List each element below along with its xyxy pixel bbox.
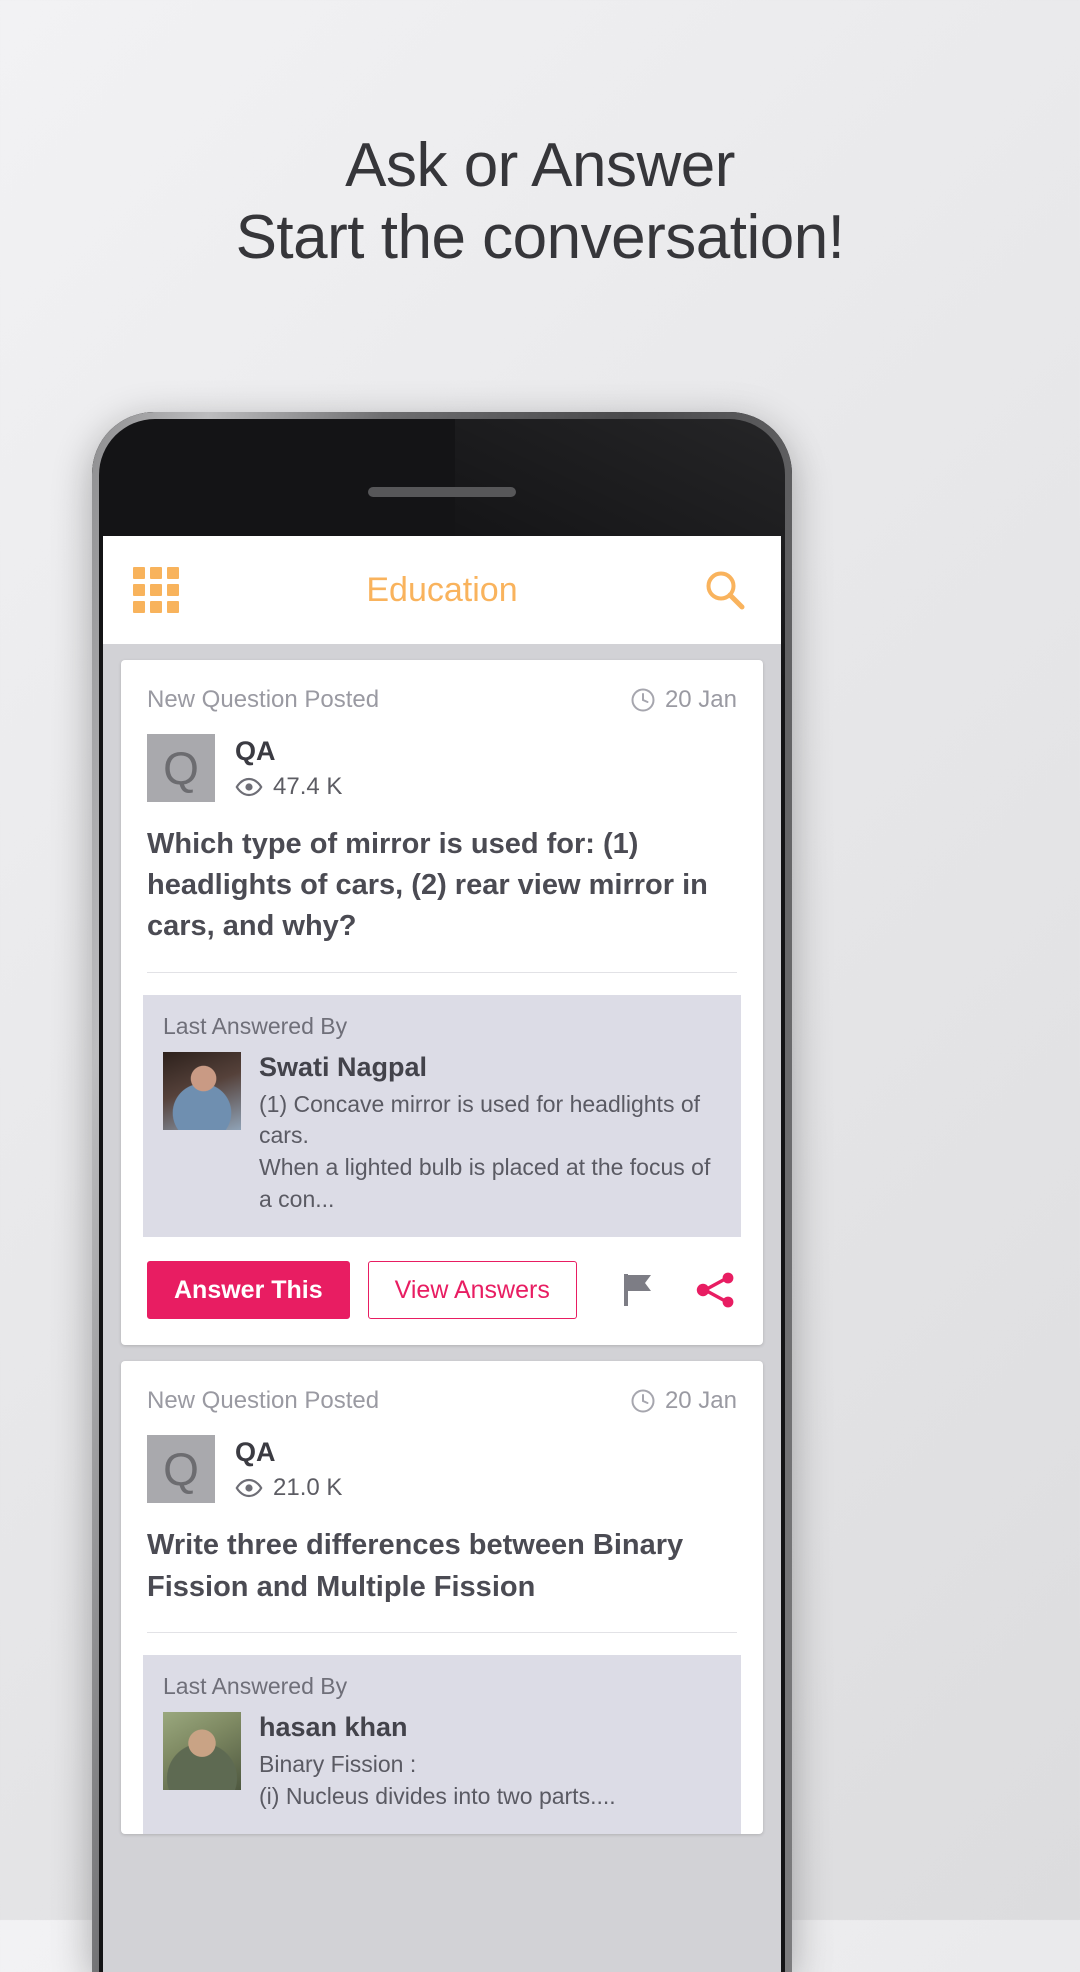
last-answered-by-label: Last Answered By (163, 1012, 348, 1039)
asker-name: QA (235, 735, 276, 766)
app-screen: Education New Question Posted 20 Jan Q Q… (103, 536, 781, 1972)
question-card[interactable]: New Question Posted 20 Jan Q (121, 660, 763, 1346)
asker-name: QA (235, 1436, 276, 1467)
card-action-icons (621, 1271, 737, 1309)
flag-icon[interactable] (621, 1272, 655, 1308)
phone-body: Education New Question Posted 20 Jan Q Q… (99, 419, 785, 1972)
share-icon[interactable] (695, 1271, 737, 1309)
answer-snippet: (1) Concave mirror is used for headlight… (259, 1090, 711, 1212)
grid-menu-icon[interactable] (133, 567, 179, 613)
card-divider (147, 971, 737, 973)
eye-icon (235, 1478, 263, 1498)
search-icon[interactable] (699, 564, 751, 616)
card-date-text: 20 Jan (664, 1387, 737, 1415)
asker-avatar: Q (147, 1435, 215, 1504)
view-count: 21.0 K (235, 1474, 342, 1502)
last-answered-by-label: Last Answered By (163, 1672, 348, 1699)
promo-headline-line2: Start the conversation! (235, 202, 845, 272)
answerer-avatar (163, 1711, 241, 1790)
card-date-text: 20 Jan (664, 686, 737, 713)
app-title: Education (366, 570, 518, 609)
answer-snippet: Binary Fission : (i) Nucleus divides int… (259, 1750, 616, 1809)
card-divider (147, 1631, 737, 1633)
view-count-text: 21.0 K (273, 1473, 343, 1501)
phone-mockup: Education New Question Posted 20 Jan Q Q… (92, 412, 792, 1972)
app-bar: Education (103, 536, 781, 644)
question-feed[interactable]: New Question Posted 20 Jan Q QA 47.4 K W… (103, 644, 781, 1972)
card-header: New Question Posted 20 Jan (121, 1361, 763, 1419)
asker-meta: QA 21.0 K (235, 1437, 342, 1502)
answer-row: hasan khan Binary Fission : (i) Nucleus … (163, 1711, 721, 1812)
question-card[interactable]: New Question Posted 20 Jan Q (121, 1361, 763, 1835)
answerer-name[interactable]: hasan khan (259, 1712, 721, 1743)
asker-row: Q QA 21.0 K (121, 1419, 763, 1504)
answer-body: Swati Nagpal (1) Concave mirror is used … (259, 1052, 721, 1216)
answer-row: Swati Nagpal (1) Concave mirror is used … (163, 1051, 721, 1216)
card-date: 20 Jan (630, 1387, 737, 1415)
clock-icon (631, 1389, 655, 1413)
view-count-text: 47.4 K (273, 772, 343, 800)
promo-headline-line1: Ask or Answer (345, 131, 735, 200)
last-answer-box[interactable]: Last Answered By Swati Nagpal (1) Concav… (143, 994, 741, 1238)
view-answers-button[interactable]: View Answers (367, 1261, 577, 1320)
posted-label: New Question Posted (147, 1387, 380, 1415)
eye-icon (235, 777, 263, 796)
card-date: 20 Jan (630, 686, 737, 714)
asker-avatar: Q (147, 734, 215, 802)
asker-avatar-initials: Q (163, 1443, 199, 1496)
question-text[interactable]: Write three differences between Binary F… (121, 1503, 763, 1607)
answer-body: hasan khan Binary Fission : (i) Nucleus … (259, 1712, 721, 1812)
posted-label: New Question Posted (147, 686, 380, 713)
answerer-avatar (163, 1051, 241, 1130)
asker-meta: QA 47.4 K (235, 736, 342, 801)
view-count: 47.4 K (235, 773, 342, 801)
answerer-name[interactable]: Swati Nagpal (259, 1052, 721, 1083)
question-text[interactable]: Which type of mirror is used for: (1) he… (121, 802, 763, 948)
phone-earpiece-speaker (368, 487, 516, 497)
clock-icon (631, 688, 655, 712)
asker-avatar-initials: Q (163, 742, 199, 794)
last-answer-box[interactable]: Last Answered By hasan khan Binary Fissi… (143, 1654, 741, 1835)
answer-this-button[interactable]: Answer This (147, 1261, 350, 1320)
asker-row: Q QA 47.4 K (121, 718, 763, 802)
promo-headline: Ask or Answer Start the conversation! (0, 130, 1080, 274)
card-header: New Question Posted 20 Jan (121, 660, 763, 718)
card-actions: Answer This View Answers (121, 1237, 763, 1345)
